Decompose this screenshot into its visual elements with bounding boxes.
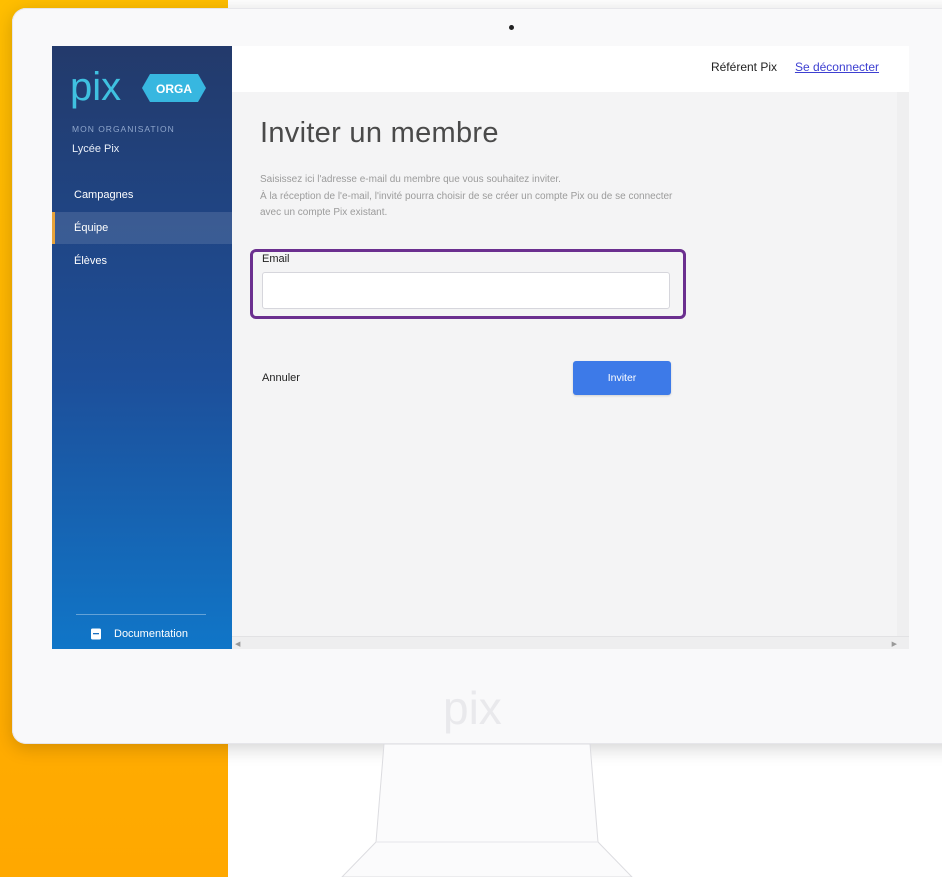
monitor-camera	[509, 25, 514, 30]
sidebar: pix ORGA MON ORGANISATION Lycée Pix Camp…	[52, 46, 232, 649]
page-description: Saisissez ici l'adresse e-mail du membre…	[260, 172, 780, 222]
description-line: Saisissez ici l'adresse e-mail du membre…	[260, 174, 561, 185]
cancel-button[interactable]: Annuler	[262, 362, 352, 394]
documentation-label: Documentation	[114, 628, 188, 640]
user-name: Référent Pix	[710, 60, 777, 74]
pix-orga-logo[interactable]: pix ORGA	[70, 66, 210, 110]
sidebar-divider	[76, 614, 206, 615]
documentation-link[interactable]: Documentation	[90, 624, 188, 644]
page-title: Inviter un membre	[260, 117, 499, 149]
description-line: À la réception de l'e-mail, l'invité pou…	[260, 190, 673, 202]
org-section-label: MON ORGANISATION	[72, 124, 175, 134]
app-screen: pix ORGA MON ORGANISATION Lycée Pix Camp…	[52, 46, 909, 649]
invite-button[interactable]: Inviter	[573, 361, 671, 395]
book-icon	[91, 628, 101, 640]
description-line: avec un compte Pix existant.	[260, 207, 388, 218]
sidebar-item-eleves[interactable]: Élèves	[52, 245, 232, 277]
top-bar: Référent Pix Se déconnecter	[232, 46, 909, 92]
scroll-right-icon[interactable]: ▶	[892, 640, 897, 648]
email-label: Email	[262, 253, 290, 265]
monitor-stand	[341, 744, 633, 877]
email-input[interactable]	[262, 272, 670, 309]
horizontal-scrollbar[interactable]: ◀ ▶	[232, 636, 909, 649]
org-name: Lycée Pix	[72, 143, 120, 155]
svg-text:pix: pix	[443, 682, 502, 734]
svg-text:ORGA: ORGA	[156, 82, 192, 96]
bezel-pix-logo: pix	[443, 682, 502, 734]
svg-text:pix: pix	[70, 66, 121, 109]
sidebar-item-equipe[interactable]: Équipe	[52, 212, 232, 244]
sidebar-item-campagnes[interactable]: Campagnes	[52, 179, 232, 211]
vertical-scrollbar[interactable]	[897, 92, 909, 636]
scroll-left-icon[interactable]: ◀	[235, 640, 240, 648]
logout-link[interactable]: Se déconnecter	[795, 60, 879, 74]
